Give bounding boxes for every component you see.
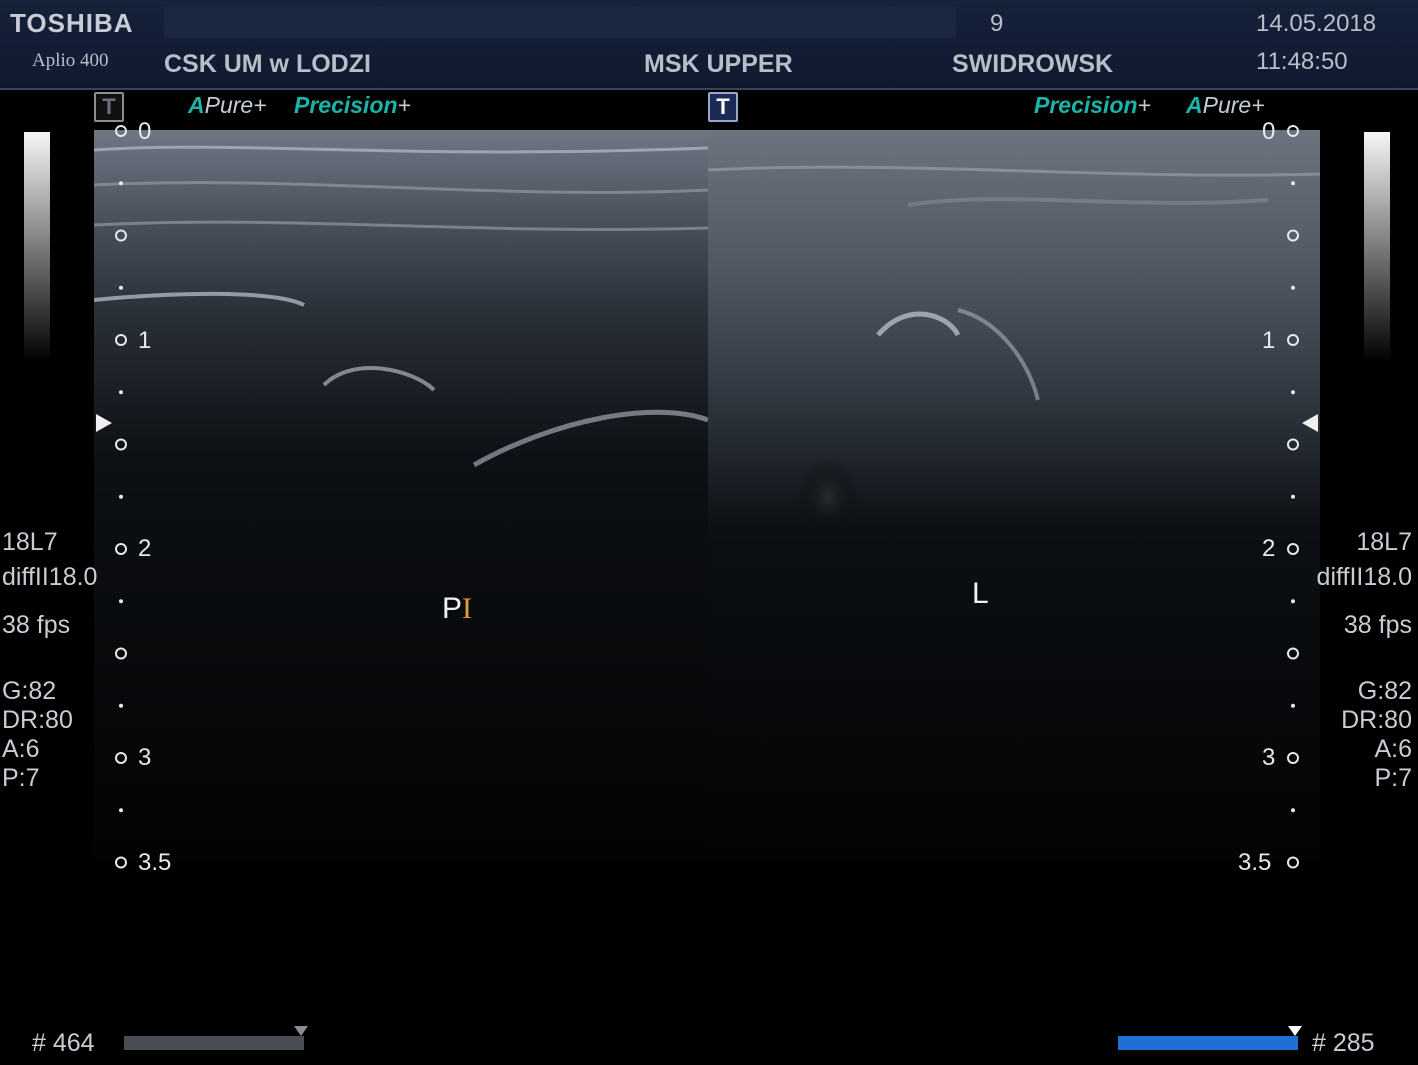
right-focus-marker-icon[interactable] [1302,414,1318,432]
depth-minor-tick [1291,390,1295,395]
left-ultrasound-image [94,130,708,860]
left-frame-counter: # 464 [32,1029,95,1057]
depth-major-tick [1287,647,1299,660]
depth-minor-tick [1291,703,1295,708]
left-annotation[interactable]: PI [442,592,472,626]
patient-name: SWIDROWSK [952,50,1114,78]
right-grayscale-bar [1364,132,1390,362]
depth-major-tick [115,334,127,346]
header-bar: TOSHIBA Aplio 400 CSK UM w LODZI 9 MSK U… [0,0,1418,90]
left-p-param: P:7 [2,764,40,792]
left-grayscale-bar [24,132,50,362]
left-gain: G:82 [2,677,57,705]
right-depth-3-5: 3.5 [1238,849,1272,876]
depth-minor-tick [1291,599,1295,604]
exam-date: 14.05.2018 [1256,10,1377,37]
depth-major-tick [115,125,127,137]
institution-label: CSK UM w LODZI [164,50,371,78]
right-cine-track[interactable] [1118,1036,1298,1050]
left-depth-1: 1 [138,327,152,354]
brand-logo: TOSHIBA [10,8,134,38]
depth-major-tick [1287,229,1299,242]
right-cine-handle-icon[interactable] [1288,1026,1302,1036]
depth-major-tick [115,856,127,869]
right-depth-2: 2 [1262,535,1276,562]
precision-plus: + [1137,92,1151,118]
depth-minor-tick [119,390,123,395]
left-cine-fill [124,1036,304,1050]
precision-plus: + [397,92,411,118]
left-fps: 38 fps [2,611,71,639]
apure-a: A [188,92,205,118]
left-probe: 18L7 [2,528,58,556]
depth-minor-tick [1291,181,1295,186]
depth-major-tick [115,647,127,660]
depth-minor-tick [119,494,123,499]
left-dynamic-range: DR:80 [2,706,73,734]
right-dynamic-range: DR:80 [1341,706,1412,734]
apure-plus: + [1251,92,1265,118]
depth-major-tick [115,543,127,555]
precision-text: Precision [1034,92,1138,118]
right-annotation[interactable]: L [972,577,989,611]
depth-major-tick [1287,856,1299,869]
left-depth-2: 2 [138,535,152,562]
depth-minor-tick [119,181,123,186]
left-mode-precision: Precision+ [294,92,411,119]
left-focus-marker-icon[interactable] [96,414,112,432]
left-mode-apure: APure+ [188,92,267,119]
header-inset [164,6,956,38]
left-frequency: diffII18.0 [2,563,98,591]
precision-text: Precision [294,92,398,118]
right-mode-apure: APure+ [1186,92,1265,119]
annotation-text: P [442,592,463,625]
depth-major-tick [1287,334,1299,346]
left-depth-3: 3 [138,744,152,771]
right-depth-3: 3 [1262,744,1276,771]
depth-major-tick [1287,438,1299,451]
right-t-button[interactable]: T [708,92,738,122]
text-cursor-icon: I [462,592,473,625]
left-cine-track[interactable] [124,1036,304,1050]
depth-major-tick [1287,543,1299,555]
depth-minor-tick [119,808,123,813]
apure-plus: + [253,92,267,118]
exam-number: 9 [990,10,1004,37]
right-probe: 18L7 [1356,528,1412,556]
depth-minor-tick [119,285,123,290]
left-a-param: A:6 [2,735,40,763]
left-depth-3-5: 3.5 [138,849,172,876]
depth-minor-tick [119,599,123,604]
depth-major-tick [1287,125,1299,137]
right-frequency: diffII18.0 [1316,563,1412,591]
right-mode-precision: Precision+ [1034,92,1151,119]
right-depth-scale [1287,125,1299,869]
model-name: Aplio 400 [32,50,109,71]
apure-text: Pure [204,92,254,118]
left-depth-scale [115,125,127,869]
right-p-param: P:7 [1374,764,1412,792]
depth-major-tick [115,229,127,242]
exam-time: 11:48:50 [1256,48,1348,75]
depth-major-tick [115,752,127,764]
right-gain: G:82 [1357,677,1412,705]
depth-minor-tick [1291,808,1295,813]
right-frame-counter: # 285 [1312,1029,1375,1057]
depth-major-tick [1287,752,1299,764]
right-fps: 38 fps [1343,611,1412,639]
left-cine-handle-icon[interactable] [294,1026,308,1036]
preset-label: MSK UPPER [644,50,793,78]
depth-minor-tick [119,703,123,708]
right-depth-0: 0 [1262,118,1276,145]
apure-text: Pure [1202,92,1252,118]
apure-a: A [1186,92,1203,118]
depth-major-tick [115,438,127,451]
right-ultrasound-image [708,130,1320,860]
left-depth-0: 0 [138,118,152,145]
depth-minor-tick [1291,285,1295,290]
right-depth-1: 1 [1262,327,1276,354]
right-cine-fill [1118,1036,1298,1050]
right-a-param: A:6 [1374,735,1412,763]
depth-minor-tick [1291,494,1295,499]
